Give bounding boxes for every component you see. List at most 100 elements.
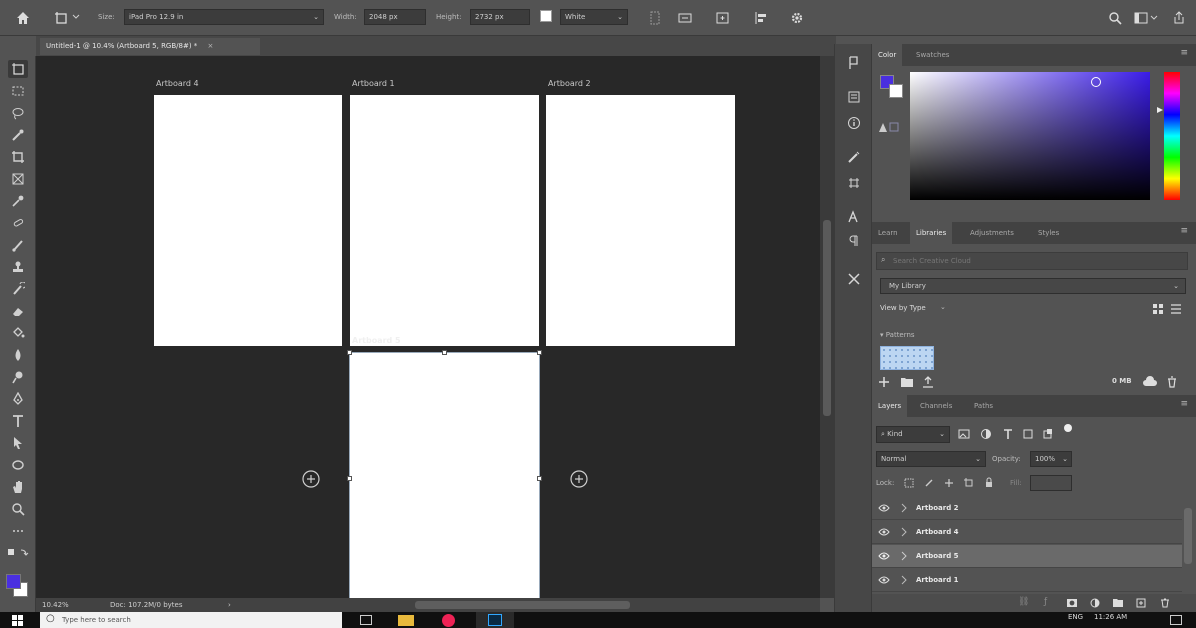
dodge-tool-icon[interactable] <box>8 368 28 386</box>
trash-icon[interactable] <box>1166 376 1178 388</box>
layer-name[interactable]: Artboard 1 <box>916 569 959 592</box>
layer-name[interactable]: Artboard 5 <box>916 545 959 568</box>
info-icon[interactable] <box>845 114 863 132</box>
crop-tool-icon[interactable] <box>8 148 28 166</box>
pattern-thumbnail[interactable] <box>880 346 934 370</box>
chevron-down-icon[interactable] <box>72 13 80 21</box>
layer-name[interactable]: Artboard 4 <box>916 521 959 544</box>
lock-position-icon[interactable] <box>944 478 954 488</box>
library-select[interactable]: My Library ⌄ <box>880 278 1186 294</box>
artboard-label[interactable]: Artboard 5 <box>352 336 401 345</box>
add-mask-icon[interactable] <box>1066 598 1078 608</box>
hand-tool-icon[interactable] <box>8 478 28 496</box>
layer-row[interactable]: Artboard 4 <box>872 521 1182 544</box>
eraser-tool-icon[interactable] <box>8 302 28 320</box>
transform-handle[interactable] <box>537 350 542 355</box>
properties-icon[interactable] <box>845 88 863 106</box>
clone-source-icon[interactable] <box>845 174 863 192</box>
close-icon[interactable]: × <box>208 42 214 50</box>
browser-icon[interactable] <box>442 614 455 627</box>
filter-smart-object-icon[interactable] <box>1042 428 1054 440</box>
workspace-icon[interactable] <box>1132 9 1150 27</box>
paint-bucket-tool-icon[interactable] <box>8 324 28 342</box>
add-element-icon[interactable] <box>878 376 890 388</box>
chevron-right-icon[interactable] <box>900 551 908 561</box>
artboard-2[interactable] <box>546 95 735 346</box>
paragraph-icon[interactable] <box>845 232 863 250</box>
lock-transparent-icon[interactable] <box>904 478 914 488</box>
lock-all-icon[interactable] <box>984 477 994 488</box>
tab-paths[interactable]: Paths <box>968 395 999 417</box>
tab-styles[interactable]: Styles <box>1032 222 1065 244</box>
artboard-label[interactable]: Artboard 1 <box>352 79 395 88</box>
transform-handle[interactable] <box>537 476 542 481</box>
add-artboard-icon[interactable] <box>714 9 732 27</box>
stamp-tool-icon[interactable] <box>8 258 28 276</box>
layer-row-selected[interactable]: Artboard 5 <box>872 545 1182 568</box>
lock-artboard-icon[interactable] <box>964 478 974 488</box>
layer-name[interactable]: Artboard 2 <box>916 497 959 520</box>
filter-adjustment-icon[interactable] <box>980 428 992 440</box>
filter-toggle-icon[interactable] <box>1064 424 1072 432</box>
tab-adjustments[interactable]: Adjustments <box>964 222 1020 244</box>
make-portrait-icon[interactable] <box>646 9 664 27</box>
foreground-color-swatch[interactable] <box>6 574 21 589</box>
notifications-icon[interactable] <box>1170 615 1182 625</box>
width-field[interactable]: 2048 px <box>364 9 426 25</box>
eyedropper-tool-icon[interactable] <box>8 192 28 210</box>
quick-select-tool-icon[interactable] <box>8 126 28 144</box>
filter-pixel-icon[interactable] <box>958 428 970 440</box>
taskbar-search-input[interactable]: ○ Type here to search <box>40 612 342 628</box>
list-view-icon[interactable] <box>1170 303 1182 315</box>
history-brush-tool-icon[interactable] <box>8 280 28 298</box>
lock-pixels-icon[interactable] <box>924 478 934 488</box>
link-layers-icon[interactable]: ⛓ <box>1018 597 1029 607</box>
upload-icon[interactable] <box>922 376 934 388</box>
eye-icon[interactable] <box>878 504 890 512</box>
new-layer-icon[interactable] <box>1136 598 1146 608</box>
lasso-tool-icon[interactable] <box>8 104 28 122</box>
hue-slider-handle[interactable] <box>1157 107 1163 113</box>
transform-handle[interactable] <box>347 476 352 481</box>
file-explorer-icon[interactable] <box>398 615 414 626</box>
filter-shape-icon[interactable] <box>1022 428 1034 440</box>
blend-mode-select[interactable]: Normal ⌄ <box>876 451 986 467</box>
warning-icon[interactable] <box>878 121 900 133</box>
layer-row[interactable]: Artboard 2 <box>872 497 1182 520</box>
height-field[interactable]: 2732 px <box>470 9 530 25</box>
color-picker-cursor[interactable] <box>1091 77 1101 87</box>
adjustment-layer-icon[interactable] <box>1090 598 1100 608</box>
make-landscape-icon[interactable] <box>676 9 694 27</box>
folder-icon[interactable] <box>900 376 914 388</box>
artboard-label[interactable]: Artboard 2 <box>548 79 591 88</box>
swap-colors-icon[interactable] <box>6 546 30 560</box>
artboard-tool-icon[interactable] <box>52 9 70 27</box>
marquee-tool-icon[interactable] <box>8 82 28 100</box>
zoom-level[interactable]: 10.42% <box>42 598 69 612</box>
search-icon[interactable] <box>1106 9 1124 27</box>
panel-menu-icon[interactable]: ≡ <box>1180 399 1188 409</box>
blur-tool-icon[interactable] <box>8 346 28 364</box>
document-tab[interactable]: Untitled-1 @ 10.4% (Artboard 5, RGB/8#) … <box>40 38 260 55</box>
bg-color-select[interactable]: White ⌄ <box>560 9 628 25</box>
transform-handle[interactable] <box>442 350 447 355</box>
eye-icon[interactable] <box>878 576 890 584</box>
size-select[interactable]: iPad Pro 12.9 in ⌄ <box>124 9 324 25</box>
chevron-right-icon[interactable] <box>900 527 908 537</box>
history-icon[interactable] <box>845 54 863 72</box>
doc-info[interactable]: Doc: 107.2M/0 bytes <box>110 598 183 612</box>
chevron-right-icon[interactable] <box>900 503 908 513</box>
artboard-4[interactable] <box>154 95 342 346</box>
tab-color[interactable]: Color <box>872 44 903 66</box>
character-icon[interactable] <box>845 208 863 226</box>
language-indicator[interactable]: ENG <box>1068 613 1083 621</box>
pen-tool-icon[interactable] <box>8 390 28 408</box>
share-icon[interactable] <box>1170 9 1188 27</box>
frame-tool-icon[interactable] <box>8 170 28 188</box>
windows-start-icon[interactable] <box>12 615 23 626</box>
chevron-down-icon[interactable]: ⌄ <box>940 303 946 311</box>
chevron-right-icon[interactable]: › <box>228 598 231 612</box>
hue-slider[interactable] <box>1164 72 1180 200</box>
home-icon[interactable] <box>14 9 32 27</box>
add-artboard-right-button[interactable] <box>570 470 588 488</box>
